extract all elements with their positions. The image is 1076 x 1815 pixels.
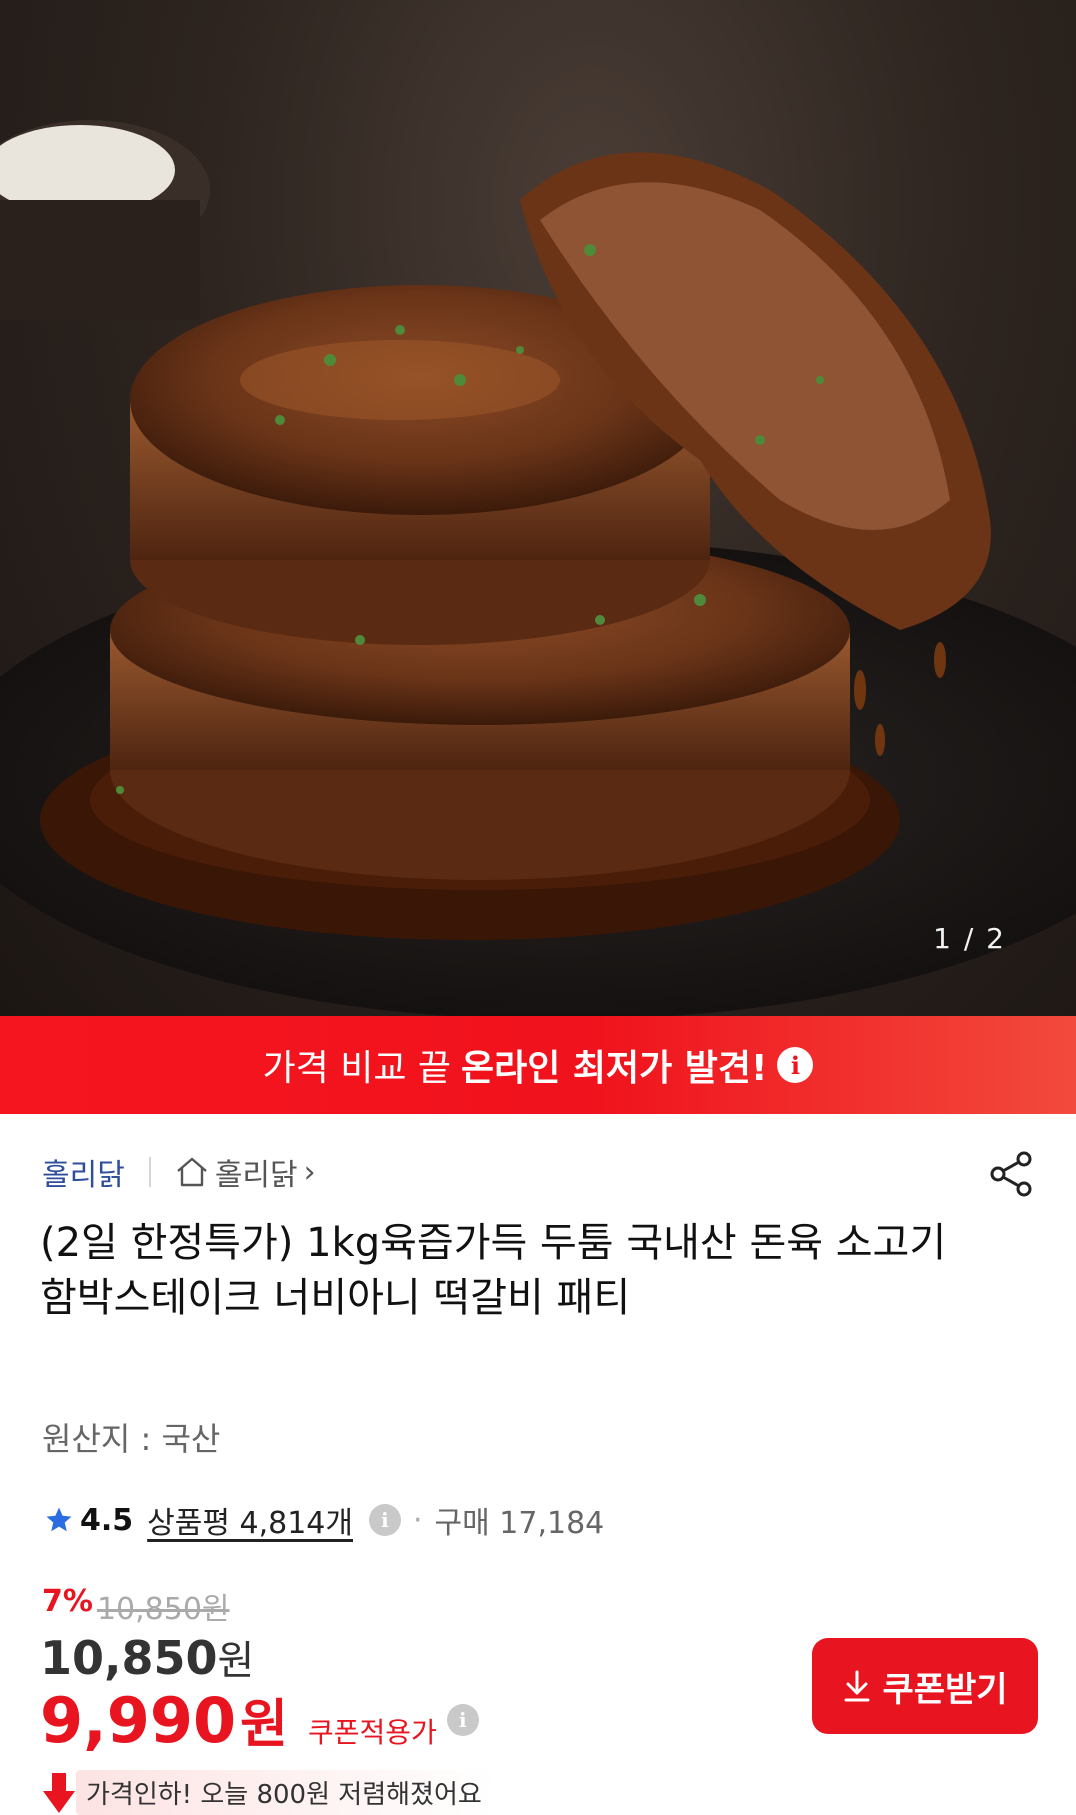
store-name: 홀리닭 — [214, 1158, 298, 1193]
info-icon[interactable]: i — [446, 1703, 479, 1736]
seller-row: 홀리닭 홀리닭 › — [42, 1150, 316, 1194]
divider — [148, 1157, 151, 1187]
image-counter: 1 / 2 — [933, 922, 1006, 955]
sale-price: 10,850원 — [40, 1631, 255, 1685]
brand-link[interactable]: 홀리닭 — [42, 1150, 125, 1194]
coupon-price-label: 쿠폰적용가 — [307, 1716, 437, 1749]
original-price: 10,850원 — [96, 1592, 230, 1627]
lowest-price-banner[interactable]: 가격 비교 끝 온라인 최저가 발견! i — [0, 1016, 1076, 1114]
purchase-count: 구매 17,184 — [434, 1506, 605, 1541]
share-icon[interactable] — [988, 1150, 1036, 1198]
discount-percent: 7% — [42, 1584, 93, 1619]
info-icon[interactable]: i — [368, 1504, 401, 1536]
product-image-carousel[interactable]: 1 / 2 — [0, 0, 1076, 1016]
banner-highlight: 온라인 최저가 발견! — [461, 1048, 768, 1089]
get-coupon-button[interactable]: 쿠폰받기 — [812, 1638, 1038, 1734]
separator-dot: · — [412, 1502, 423, 1538]
coupon-price-unit: 원 — [240, 1695, 288, 1755]
coupon-price: 9,990 — [40, 1684, 237, 1757]
store-link[interactable]: 홀리닭 › — [175, 1150, 316, 1194]
chevron-right-icon: › — [303, 1154, 316, 1190]
coupon-price-row: 9,990 원 쿠폰적용가 i — [40, 1682, 479, 1757]
rating-score: 4.5 — [80, 1502, 134, 1538]
home-icon — [177, 1157, 207, 1187]
price-drop-note: 가격인하! 오늘 800원 저렴해졌어요 — [42, 1770, 496, 1815]
origin-text: 원산지 : 국산 — [42, 1420, 221, 1458]
hamburger-steak-photo — [0, 120, 1076, 1016]
rating-row: 4.5 상품평 4,814개 i · 구매 17,184 — [44, 1498, 604, 1542]
download-icon — [844, 1670, 870, 1702]
discount-row: 7% 10,850원 — [42, 1584, 230, 1628]
info-icon[interactable]: i — [777, 1047, 814, 1083]
star-icon — [46, 1507, 72, 1532]
price-drop-text: 가격인하! 오늘 800원 저렴해졌어요 — [76, 1770, 496, 1815]
product-title: (2일 한정특가) 1kg육즙가득 두툼 국내산 돈육 소고기 함박스테이크 너… — [40, 1220, 947, 1321]
banner-text: 가격 비교 끝 — [262, 1048, 452, 1089]
review-count-link[interactable]: 상품평 4,814개 — [147, 1498, 353, 1542]
get-coupon-label: 쿠폰받기 — [882, 1669, 1008, 1710]
